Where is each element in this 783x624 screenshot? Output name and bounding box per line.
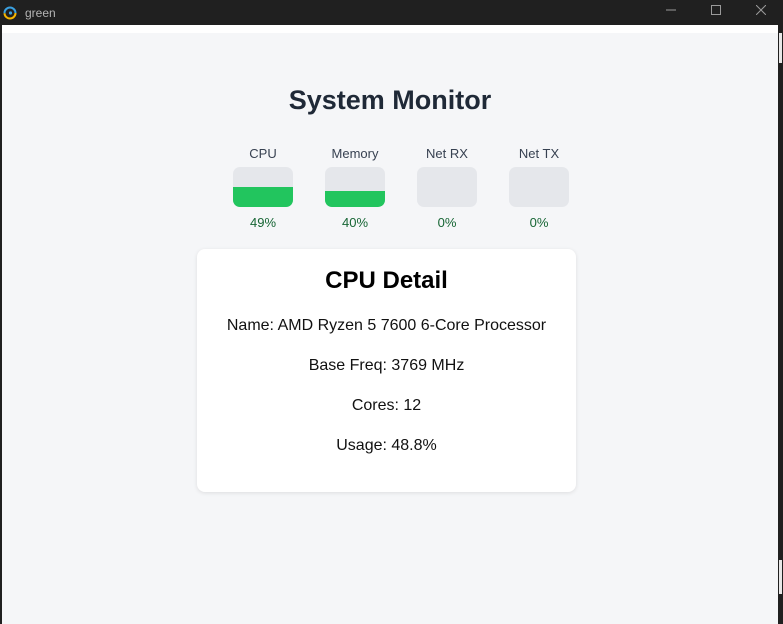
minimize-button[interactable] — [648, 0, 693, 20]
meter-fill — [233, 187, 293, 207]
meter-bar — [509, 167, 569, 207]
title-bar[interactable]: green — [0, 0, 783, 25]
app-icon — [3, 6, 17, 19]
window-right-edge — [778, 25, 783, 624]
meter-fill — [325, 191, 385, 207]
card-title: CPU Detail — [325, 267, 448, 294]
scrollbar-thumb[interactable] — [779, 560, 782, 594]
meter-value: 49% — [249, 215, 277, 230]
meters-row: CPU 49% Memory 40% Net RX 0% Net TX 0% — [217, 145, 585, 230]
meter-label: Net RX — [426, 146, 468, 161]
meter-cpu: CPU 49% — [217, 145, 309, 230]
meter-bar — [417, 167, 477, 207]
maximize-icon — [710, 5, 721, 15]
window-title: green — [25, 5, 56, 20]
cpu-name: Name: AMD Ryzen 5 7600 6-Core Processor — [226, 317, 547, 334]
app-window: green System Monitor CPU 49% Memory 40% … — [0, 0, 783, 624]
meter-value: 0% — [437, 215, 457, 230]
meter-net-tx: Net TX 0% — [493, 145, 585, 230]
meter-label: Memory — [331, 146, 379, 161]
minimize-icon — [665, 9, 676, 11]
cpu-usage: Usage: 48.8% — [336, 437, 437, 454]
maximize-button[interactable] — [693, 0, 738, 20]
meter-label: Net TX — [518, 146, 560, 161]
meter-bar — [233, 167, 293, 207]
page-title: System Monitor — [288, 85, 492, 115]
cpu-base-freq: Base Freq: 3769 MHz — [308, 357, 465, 374]
close-icon — [755, 5, 766, 15]
meter-value: 40% — [341, 215, 369, 230]
top-strip — [2, 25, 778, 33]
cpu-cores: Cores: 12 — [351, 397, 422, 414]
window-controls — [648, 0, 783, 25]
close-button[interactable] — [738, 0, 783, 20]
scrollbar-track[interactable] — [779, 33, 782, 63]
meter-memory: Memory 40% — [309, 145, 401, 230]
cpu-detail-card: CPU Detail Name: AMD Ryzen 5 7600 6-Core… — [197, 249, 576, 492]
meter-net-rx: Net RX 0% — [401, 145, 493, 230]
meter-bar — [325, 167, 385, 207]
main-content: System Monitor CPU 49% Memory 40% Net RX — [2, 33, 778, 624]
meter-value: 0% — [529, 215, 549, 230]
meter-label: CPU — [249, 146, 277, 161]
